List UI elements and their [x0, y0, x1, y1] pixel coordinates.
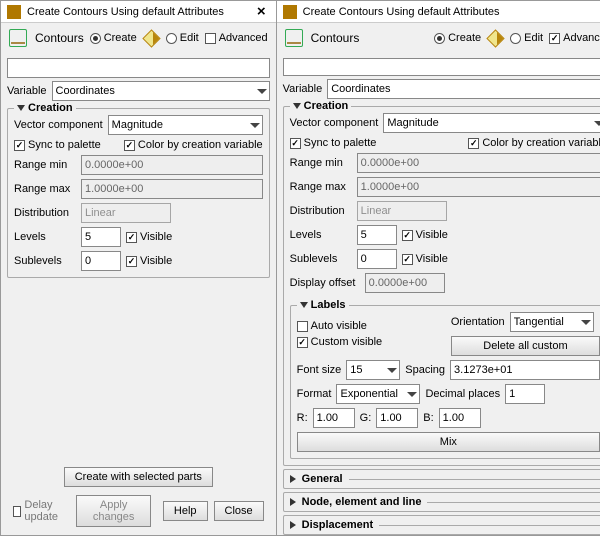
- variable-select[interactable]: Coordinates: [327, 79, 600, 99]
- close-icon[interactable]: ×: [253, 4, 270, 19]
- app-icon: [283, 5, 297, 19]
- acc-displacement[interactable]: Displacement: [283, 515, 600, 535]
- levels-visible-check[interactable]: Visible: [402, 229, 448, 241]
- radio-create[interactable]: Create: [434, 32, 481, 44]
- spacing-input[interactable]: [450, 360, 600, 380]
- vector-comp-select[interactable]: Magnitude: [108, 115, 263, 135]
- chevron-right-icon: [290, 498, 296, 506]
- levels-visible-check[interactable]: Visible: [126, 231, 172, 243]
- range-min-input: [81, 155, 263, 175]
- window-title: Create Contours Using default Attributes: [303, 6, 598, 18]
- search-input[interactable]: [283, 58, 600, 76]
- levels-input[interactable]: [81, 227, 121, 247]
- search-input[interactable]: [7, 58, 270, 78]
- pencil-icon: [142, 29, 160, 47]
- labels-group: Labels Auto visible Custom visible Orien…: [290, 305, 600, 459]
- distribution-select: Linear: [357, 201, 447, 221]
- tool-title: Contours: [33, 31, 84, 45]
- creation-group: Creation Vector componentMagnitude Sync …: [283, 106, 600, 466]
- auto-visible-check[interactable]: Auto visible: [297, 320, 446, 332]
- chevron-down-icon[interactable]: [293, 103, 301, 109]
- variable-label: Variable: [7, 85, 47, 97]
- delay-update-check[interactable]: Delay update: [13, 499, 70, 523]
- format-select[interactable]: Exponential: [336, 384, 420, 404]
- color-r-input[interactable]: [313, 408, 355, 428]
- creation-group: Creation Vector componentMagnitude Sync …: [7, 108, 270, 278]
- orientation-select[interactable]: Tangential: [510, 312, 594, 332]
- radio-edit[interactable]: Edit: [510, 32, 543, 44]
- sync-palette-check[interactable]: Sync to palette: [14, 139, 119, 151]
- create-with-selected-button[interactable]: Create with selected parts: [64, 467, 213, 487]
- app-icon: [7, 5, 21, 19]
- chevron-down-icon[interactable]: [17, 105, 25, 111]
- display-offset-input: [365, 273, 445, 293]
- advanced-check[interactable]: Advanced: [549, 32, 600, 44]
- tool-title: Contours: [309, 31, 428, 45]
- contours-icon: [285, 29, 303, 47]
- close-button[interactable]: Close: [214, 501, 264, 521]
- vector-comp-select[interactable]: Magnitude: [383, 113, 600, 133]
- color-b-input[interactable]: [439, 408, 481, 428]
- chevron-right-icon: [290, 521, 296, 529]
- levels-input[interactable]: [357, 225, 397, 245]
- sublevels-input[interactable]: [357, 249, 397, 269]
- radio-edit[interactable]: Edit: [166, 32, 199, 44]
- color-g-input[interactable]: [376, 408, 418, 428]
- acc-node-line[interactable]: Node, element and line: [283, 492, 600, 512]
- pencil-icon: [486, 29, 504, 47]
- sublevels-visible-check[interactable]: Visible: [126, 255, 172, 267]
- contours-icon: [9, 29, 27, 47]
- delete-all-custom-button[interactable]: Delete all custom: [451, 336, 600, 356]
- font-size-select[interactable]: 15: [346, 360, 400, 380]
- range-max-input: [357, 177, 600, 197]
- sublevels-visible-check[interactable]: Visible: [402, 253, 448, 265]
- custom-visible-check[interactable]: Custom visible: [297, 336, 446, 348]
- sublevels-input[interactable]: [81, 251, 121, 271]
- help-button[interactable]: Help: [163, 501, 208, 521]
- mix-button[interactable]: Mix: [297, 432, 600, 452]
- distribution-select: Linear: [81, 203, 171, 223]
- radio-create[interactable]: Create: [90, 32, 137, 44]
- variable-label: Variable: [283, 83, 323, 95]
- apply-changes-button[interactable]: Apply changes: [76, 495, 151, 527]
- range-min-input: [357, 153, 600, 173]
- sync-palette-check[interactable]: Sync to palette: [290, 137, 464, 149]
- window-title: Create Contours Using default Attributes: [27, 6, 253, 18]
- advanced-check[interactable]: Advanced: [205, 32, 268, 44]
- range-max-input: [81, 179, 263, 199]
- color-by-var-check[interactable]: Color by creation variable: [124, 139, 263, 151]
- decimal-places-input[interactable]: [505, 384, 545, 404]
- chevron-down-icon[interactable]: [300, 302, 308, 308]
- color-by-var-check[interactable]: Color by creation variable: [468, 137, 600, 149]
- acc-general[interactable]: General: [283, 469, 600, 489]
- variable-select[interactable]: Coordinates: [52, 81, 270, 101]
- chevron-right-icon: [290, 475, 296, 483]
